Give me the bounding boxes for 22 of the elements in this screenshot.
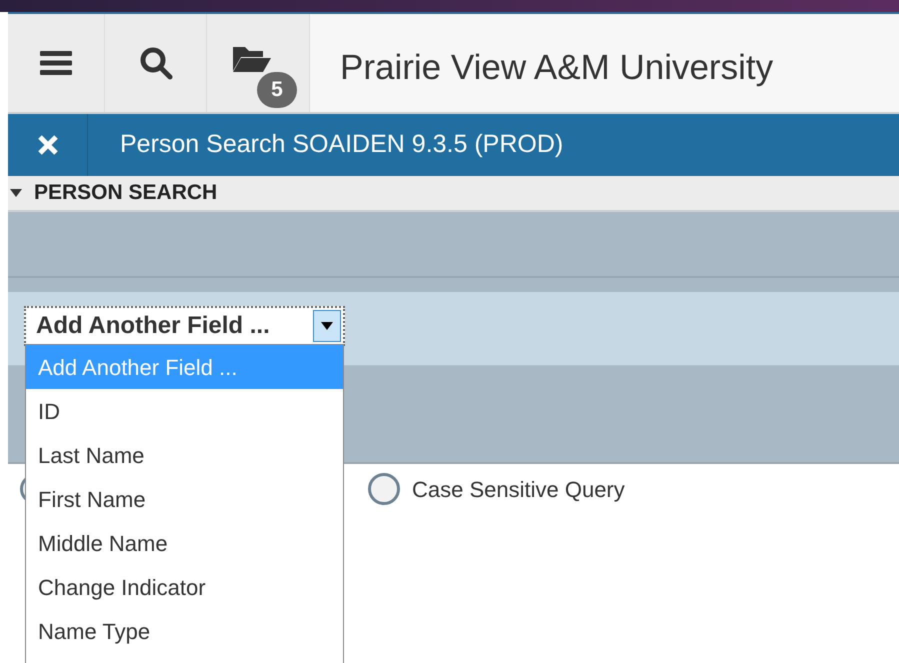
- menu-icon: [40, 50, 72, 76]
- search-icon: [138, 46, 172, 80]
- radio-label: Case Sensitive Query: [412, 476, 625, 504]
- section-toggle[interactable]: [10, 189, 22, 197]
- add-field-dropdown[interactable]: Add Another Field ...: [24, 306, 345, 346]
- page-title: Person Search SOAIDEN 9.3.5 (PROD): [120, 129, 564, 160]
- dropdown-option[interactable]: First Name: [26, 477, 343, 521]
- dropdown-option[interactable]: ID: [26, 389, 343, 433]
- search-button[interactable]: [105, 14, 207, 112]
- dropdown-option[interactable]: Change Indicator: [26, 565, 343, 609]
- count-badge: 5: [257, 72, 297, 108]
- close-icon: [36, 134, 58, 156]
- recent-items-button[interactable]: 5: [207, 14, 310, 112]
- app-title: Prairie View A&M University: [340, 47, 774, 89]
- radio-button[interactable]: [368, 473, 400, 505]
- dropdown-option[interactable]: Middle Name: [26, 521, 343, 565]
- dropdown-option[interactable]: Name Type: [26, 609, 343, 653]
- caret-icon: [10, 189, 22, 197]
- section-title: PERSON SEARCH: [34, 180, 218, 206]
- dropdown-option[interactable]: Last Name: [26, 433, 343, 477]
- menu-button[interactable]: [8, 14, 105, 112]
- folder-icon: [231, 45, 271, 73]
